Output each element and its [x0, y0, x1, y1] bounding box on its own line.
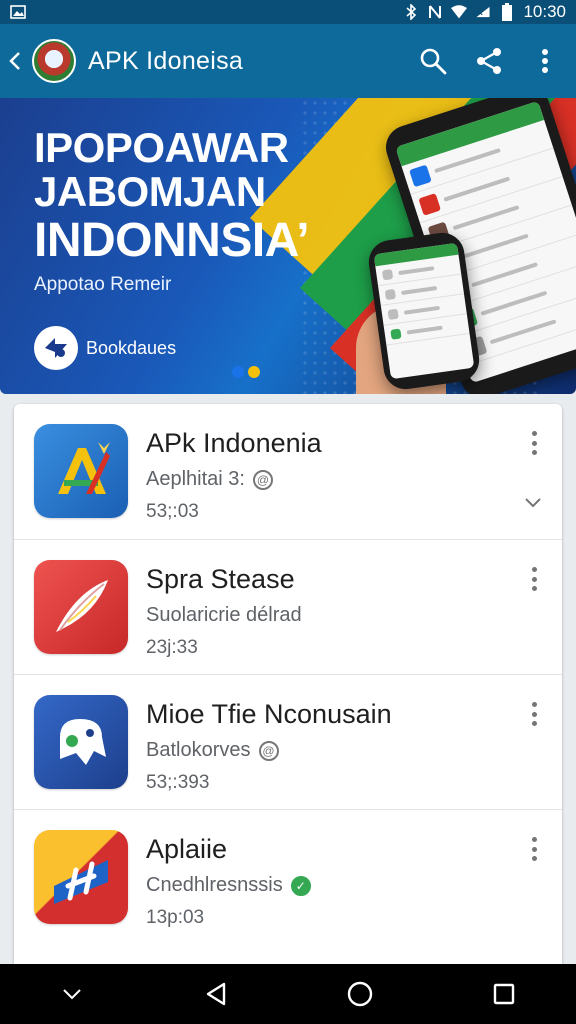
nav-home-button[interactable]: [340, 974, 380, 1014]
app-desc: Suolaricrie délrad: [146, 604, 302, 626]
banner-phone-small: [366, 230, 482, 392]
item-more-button[interactable]: [524, 564, 544, 594]
hide-keyboard-button[interactable]: [52, 974, 92, 1014]
app-desc: Cnedhlresnssis: [146, 874, 283, 896]
banner-headline-line-3: INDONNSIA’: [34, 214, 310, 267]
banner-subtitle: Appotao Remeir: [34, 274, 172, 295]
banner-bookmark-button[interactable]: Bookdaues: [34, 326, 176, 370]
app-name: Spra Stease: [146, 564, 295, 594]
nav-recents-button[interactable]: [484, 974, 524, 1014]
back-button[interactable]: [4, 41, 26, 81]
search-button[interactable]: [418, 46, 448, 76]
banner-headline-line-1: IPOPOAWAR: [34, 124, 289, 171]
image-icon: [10, 4, 26, 20]
item-more-button[interactable]: [524, 834, 544, 864]
more-vert-icon: [542, 49, 548, 73]
home-circle-icon: [347, 981, 373, 1007]
app-name: APk Indonenia: [146, 428, 322, 458]
item-more-button[interactable]: [524, 699, 544, 729]
chevron-left-icon: [9, 52, 20, 70]
bluetooth-icon: [403, 4, 419, 20]
list-item[interactable]: Mioe Tfie Nconusain Batlokorves @ 53;:393: [14, 674, 562, 809]
nfc-icon: [427, 4, 443, 20]
chevron-down-icon: [63, 989, 81, 1000]
expand-button[interactable]: [522, 492, 544, 514]
banner-pager: [232, 366, 260, 378]
chevron-down-icon: [525, 498, 541, 508]
list-item[interactable]: APk Indonenia Aeplhitai 3: @ 53;:03: [14, 404, 562, 539]
banner-headline-line-2: JABOMJAN: [34, 168, 266, 215]
app-title: APK Idoneisa: [88, 46, 244, 75]
app-icon-apk-indonesia: [34, 424, 128, 518]
app-name: Mioe Tfie Nconusain: [146, 699, 392, 729]
system-nav-bar: [0, 964, 576, 1024]
signal-icon: [475, 4, 491, 20]
info-badge-icon: @: [258, 740, 279, 761]
app-size: 13p:03: [146, 907, 205, 928]
list-item[interactable]: Spra Stease Suolaricrie délrad 23j:33: [14, 539, 562, 674]
app-size: 53;:393: [146, 772, 210, 793]
app-bar: APK Idoneisa: [0, 24, 576, 98]
app-name: Aplaiie: [146, 834, 228, 864]
app-size: 53;:03: [146, 501, 199, 522]
promo-banner[interactable]: IPOPOAWAR JABOMJAN INDONNSIA’ Appotao Re…: [0, 98, 576, 394]
app-desc: Aeplhitai 3:: [146, 468, 245, 490]
app-size: 23j:33: [146, 637, 198, 658]
banner-headline: IPOPOAWAR JABOMJAN INDONNSIA’: [34, 124, 310, 268]
search-icon: [420, 48, 447, 75]
app-icon-spra-stease: [34, 560, 128, 654]
app-icon-aplaiie: [34, 830, 128, 924]
share-button[interactable]: [474, 46, 504, 76]
banner-badge-label: Bookdaues: [86, 337, 177, 358]
more-options-button[interactable]: [530, 46, 560, 76]
app-logo-avatar: [32, 39, 76, 83]
list-item[interactable]: Aplaiie Cnedhlresnssis ✓ 13p:03: [14, 809, 562, 944]
battery-icon: [499, 3, 515, 21]
status-time: 10:30: [523, 2, 566, 21]
info-badge-icon: @: [252, 469, 273, 490]
app-desc: Batlokorves: [146, 739, 251, 761]
verified-badge-icon: ✓: [290, 875, 311, 896]
back-triangle-icon: [206, 982, 226, 1006]
app-list: APk Indonenia Aeplhitai 3: @ 53;:03 Spra …: [14, 404, 562, 964]
item-more-button[interactable]: [524, 428, 544, 458]
status-bar: 10:30: [0, 0, 576, 24]
recents-square-icon: [493, 983, 515, 1005]
wifi-icon: [451, 4, 468, 20]
pager-dot-1[interactable]: [232, 366, 244, 378]
bookmark-icon: [34, 326, 78, 370]
pager-dot-2[interactable]: [248, 366, 260, 378]
nav-back-button[interactable]: [196, 974, 236, 1014]
app-icon-mioe-tfie: [34, 695, 128, 789]
share-icon: [477, 48, 501, 74]
